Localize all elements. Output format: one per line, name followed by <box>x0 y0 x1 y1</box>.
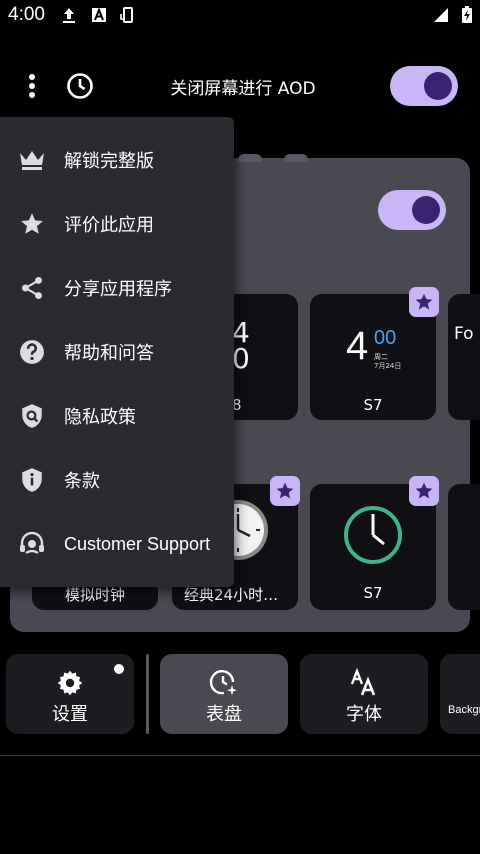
nav-divider <box>146 654 149 734</box>
menu-item-label: 帮助和问答 <box>64 343 154 364</box>
menu-item-share-app[interactable]: 分享应用程序 <box>0 256 234 320</box>
menu-item-label: 条款 <box>64 471 100 492</box>
star-icon <box>415 482 433 499</box>
premium-star-badge <box>409 476 439 506</box>
menu-item-help[interactable]: 帮助和问答 <box>0 320 234 384</box>
tile-label: S7 <box>363 584 383 602</box>
nav-label: 设置 <box>52 704 88 725</box>
menu-item-terms[interactable]: 条款 <box>0 448 234 512</box>
nav-settings[interactable]: 设置 <box>6 654 134 734</box>
menu-item-privacy-policy[interactable]: 隐私政策 <box>0 384 234 448</box>
overflow-menu: 解锁完整版 评价此应用 分享应用程序 帮助和问答 隐私政策 条款 Custome… <box>0 117 234 587</box>
menu-item-customer-support[interactable]: Customer Support <box>0 512 234 576</box>
screen-rotate-icon <box>120 7 133 23</box>
card-toggle[interactable] <box>378 190 446 230</box>
card-handle <box>284 154 308 162</box>
nav-font[interactable]: 字体 <box>300 654 428 734</box>
headset-icon <box>18 530 46 558</box>
menu-item-label: 隐私政策 <box>64 407 136 428</box>
nav-bottom-divider <box>0 755 480 756</box>
menu-item-label: 评价此应用 <box>64 215 154 236</box>
font-a-icon <box>92 7 106 22</box>
crown-icon <box>18 146 46 174</box>
privacy-shield-icon <box>18 402 46 430</box>
premium-star-badge <box>270 476 300 506</box>
menu-item-unlock-full[interactable]: 解锁完整版 <box>0 128 234 192</box>
nav-label: 表盘 <box>206 704 242 725</box>
clock-icon[interactable] <box>66 72 94 100</box>
nav-label: Backgr <box>448 704 480 716</box>
star-icon <box>18 210 46 238</box>
tile-label: 经典24小时… <box>184 586 279 604</box>
upload-icon <box>63 8 75 23</box>
watchface-tile-partial[interactable]: Fo <box>448 294 480 420</box>
nav-label: 字体 <box>346 704 382 725</box>
tile-label: S7 <box>363 396 383 414</box>
gear-icon <box>55 668 85 698</box>
help-icon <box>18 338 46 366</box>
star-icon <box>276 482 294 499</box>
menu-item-rate-app[interactable]: 评价此应用 <box>0 192 234 256</box>
share-icon <box>18 274 46 302</box>
aod-toggle[interactable] <box>390 66 458 106</box>
menu-item-label: 分享应用程序 <box>64 279 172 300</box>
toggle-knob <box>424 72 452 100</box>
menu-item-label: Customer Support <box>64 533 211 554</box>
battery-charging-icon <box>462 6 472 23</box>
font-size-icon <box>349 668 379 698</box>
tile-minute: 00 <box>374 327 397 349</box>
more-vert-icon[interactable] <box>20 72 44 100</box>
tile-time-bottom: 0 <box>232 342 250 375</box>
terms-info-icon <box>18 466 46 494</box>
notification-dot <box>114 664 124 674</box>
nav-dial[interactable]: 表盘 <box>160 654 288 734</box>
premium-star-badge <box>409 287 439 317</box>
tile-partial-text: Fo <box>454 324 474 344</box>
status-time: 4:00 <box>8 4 45 25</box>
toggle-knob <box>412 196 440 224</box>
tile-label: 模拟时钟 <box>64 586 125 604</box>
menu-item-label: 解锁完整版 <box>64 151 154 172</box>
watchface-sparkle-icon <box>209 668 239 698</box>
card-handle <box>238 154 262 162</box>
tile-date: 7月24日 <box>374 362 402 370</box>
nav-background[interactable]: Backgr <box>440 654 480 734</box>
star-icon <box>415 293 433 310</box>
watchface-tile-partial[interactable] <box>448 484 480 610</box>
signal-icon <box>434 8 448 22</box>
green-clock-icon <box>344 506 402 564</box>
tile-hour: 4 <box>346 324 369 368</box>
aod-toggle-label: 关闭屏幕进行 AOD <box>170 79 316 99</box>
